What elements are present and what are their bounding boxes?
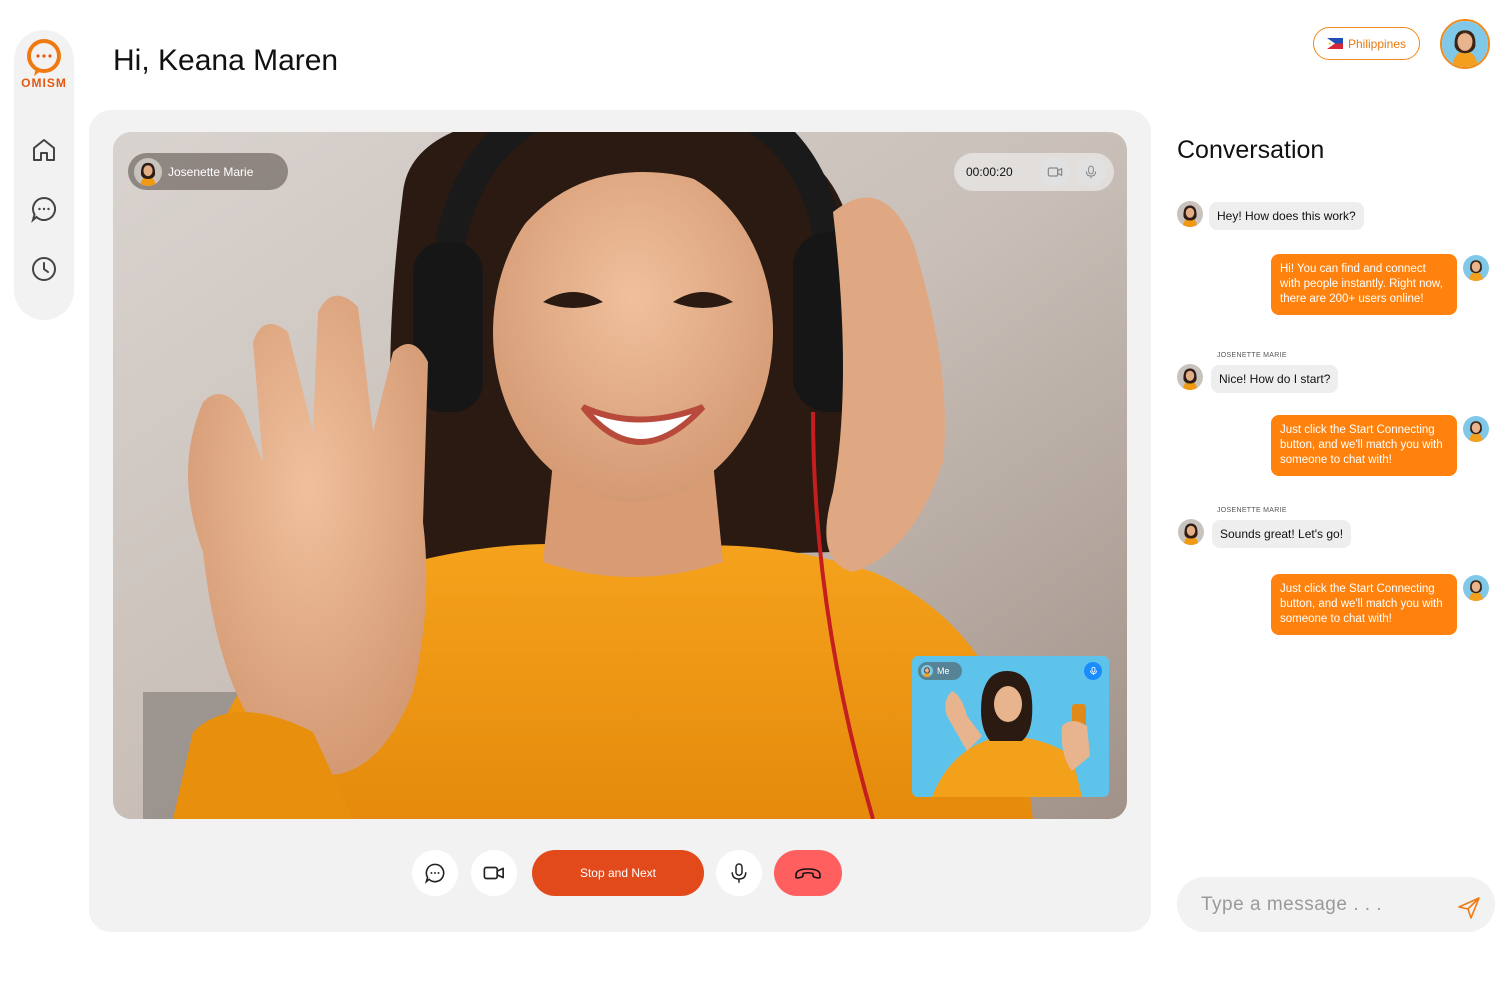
remote-video: Josenette Marie 00:00:20 Me <box>113 132 1127 819</box>
video-camera-icon <box>483 866 504 880</box>
microphone-toggle-button[interactable] <box>716 850 762 896</box>
message-input[interactable] <box>1201 891 1441 919</box>
conversation-title: Conversation <box>1177 136 1325 164</box>
sidebar-item-history[interactable] <box>28 253 60 285</box>
call-status-bar: 00:00:20 <box>954 153 1114 191</box>
self-label-chip: Me <box>918 662 962 680</box>
microphone-icon <box>1089 666 1097 676</box>
message-incoming: Hey! How does this work? <box>1209 202 1364 230</box>
microphone-icon <box>731 863 747 883</box>
peer-message-avatar <box>1177 364 1203 390</box>
peer-name: Josenette Marie <box>168 164 254 179</box>
hang-up-phone-icon <box>795 868 821 879</box>
user-avatar[interactable] <box>1440 19 1490 69</box>
camera-toggle-button[interactable] <box>471 850 517 896</box>
peer-mic-status-button[interactable] <box>1076 157 1106 187</box>
peer-avatar <box>134 158 162 186</box>
self-mic-indicator <box>1084 662 1102 680</box>
message-incoming: Sounds great! Let's go! <box>1212 520 1352 548</box>
app-logo[interactable]: OMISM <box>14 38 74 90</box>
end-call-button[interactable] <box>774 850 842 896</box>
country-label: Philippines <box>1347 36 1407 51</box>
message-outgoing: Just click the Start Connecting button, … <box>1271 415 1457 476</box>
sidebar: OMISM <box>14 30 74 320</box>
country-selector[interactable]: Philippines <box>1313 27 1420 60</box>
page-title: Hi, Keana Maren <box>113 44 339 77</box>
message-outgoing: Hi! You can find and connect with people… <box>1271 254 1457 315</box>
my-message-avatar <box>1463 255 1489 281</box>
peer-camera-status-button[interactable] <box>1040 157 1070 187</box>
peer-message-avatar <box>1178 519 1204 545</box>
logo-chat-bubble-icon <box>27 39 61 76</box>
self-label: Me <box>937 666 950 676</box>
message-outgoing: Just click the Start Connecting button, … <box>1271 574 1457 635</box>
clock-icon <box>32 257 56 281</box>
message-incoming: Nice! How do I start? <box>1211 365 1339 393</box>
message-sender-name: JOSENETTE MARIE <box>1217 352 1287 359</box>
video-camera-icon <box>1047 167 1063 177</box>
chat-bubble-icon <box>31 196 56 223</box>
home-icon <box>33 139 55 161</box>
message-sender-name: JOSENETTE MARIE <box>1217 507 1287 514</box>
peer-message-avatar <box>1177 201 1203 227</box>
sidebar-item-home[interactable] <box>28 134 60 166</box>
philippines-flag-icon <box>1326 38 1343 49</box>
call-stage: Josenette Marie 00:00:20 Me Stop and Nex… <box>89 110 1151 932</box>
logo-text: OMISM <box>21 76 67 90</box>
send-button[interactable] <box>1457 896 1481 920</box>
stop-and-next-button[interactable]: Stop and Next <box>532 850 704 896</box>
my-message-avatar <box>1463 575 1489 601</box>
message-composer <box>1177 877 1495 932</box>
chat-toggle-button[interactable] <box>412 850 458 896</box>
self-preview-video[interactable]: Me <box>912 656 1109 797</box>
chat-bubble-icon <box>424 863 445 884</box>
send-paper-plane-icon <box>1458 897 1480 919</box>
peer-name-chip: Josenette Marie <box>128 153 288 190</box>
self-avatar <box>921 665 933 677</box>
call-timer: 00:00:20 <box>966 165 1013 179</box>
microphone-icon <box>1085 165 1097 179</box>
sidebar-item-chats[interactable] <box>28 193 60 225</box>
my-message-avatar <box>1463 416 1489 442</box>
